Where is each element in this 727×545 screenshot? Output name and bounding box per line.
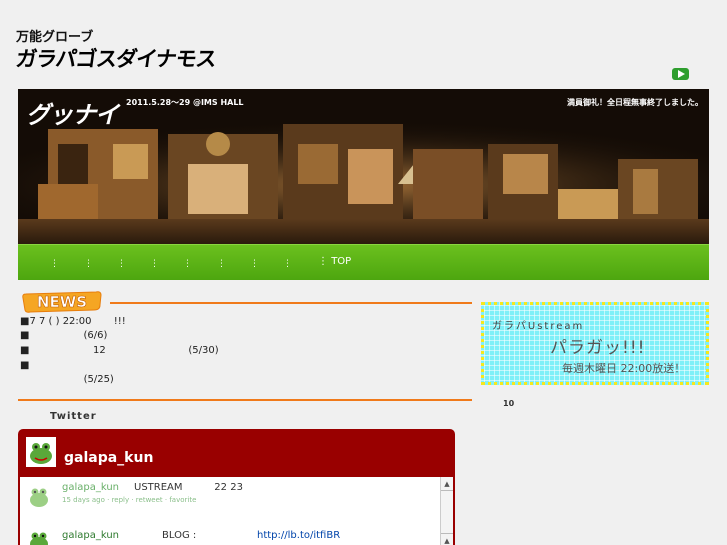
nav-item[interactable]: ⋮ xyxy=(150,259,159,269)
news-divider xyxy=(110,302,472,304)
logo-main-line: ガラパゴスダイナモス xyxy=(14,47,218,71)
nav-bar: ⋮ ⋮ ⋮ ⋮ ⋮ ⋮ ⋮ ⋮ ⋮ TOP xyxy=(18,244,709,280)
stage-photo xyxy=(18,89,709,244)
ustream-banner-schedule: 毎週木曜日 22:00放送！ xyxy=(562,362,686,375)
tweet-meta[interactable]: 15 days ago · reply · retweet · favorite xyxy=(62,496,196,504)
nav-separator: ⋮ xyxy=(318,256,328,267)
tweet-username[interactable]: galapa_kun xyxy=(62,482,119,493)
ustream-banner-headline: パラガッ!!! xyxy=(550,338,646,358)
logo-top-line: 万能グローブ xyxy=(16,30,94,45)
news-item[interactable]: ■7 7 ( ) 22:00 !!! xyxy=(20,316,126,327)
nav-top-label: TOP xyxy=(331,256,352,267)
site-logo[interactable]: 万能グローブ ガラパゴスダイナモス xyxy=(14,30,218,80)
twitter-widget-header: galapa_kun xyxy=(18,429,455,477)
tweet-link[interactable]: http://lb.to/itfiBR xyxy=(257,530,340,541)
scroll-up-icon[interactable]: ▲ xyxy=(441,477,453,491)
twitter-widget: galapa_kun galapa_kun USTREAM 22 23 15 d… xyxy=(18,429,455,545)
frog-avatar-icon[interactable] xyxy=(26,527,52,545)
news-badge: NEWS xyxy=(22,291,102,313)
nav-item[interactable]: ⋮ xyxy=(84,259,93,269)
news-badge-label: NEWS xyxy=(37,293,87,311)
ustream-banner[interactable]: ガラパUstream パラガッ!!! 毎週木曜日 22:00放送！ xyxy=(481,302,709,385)
nav-item[interactable]: ⋮ xyxy=(183,259,192,269)
hero-banner: グッナイ 2011.5.28〜29 @IMS HALL 満員御礼！全日程無事終了… xyxy=(18,89,709,244)
ustream-banner-title: ガラパUstream xyxy=(492,321,585,332)
tweet-scrollbar[interactable]: ▲ ▲ xyxy=(440,477,453,545)
nav-item[interactable]: ⋮ xyxy=(50,259,59,269)
scroll-up-icon[interactable]: ▲ xyxy=(441,533,453,545)
frog-mascot-icon[interactable] xyxy=(26,437,56,467)
tweet-text: BLOG : xyxy=(162,530,197,541)
news-item[interactable]: (5/25) xyxy=(20,374,114,385)
news-item[interactable]: ■ 12 (5/30) xyxy=(20,345,219,356)
nav-item[interactable]: ⋮ xyxy=(250,259,259,269)
tweet-list[interactable]: galapa_kun USTREAM 22 23 15 days ago · r… xyxy=(20,477,453,545)
hero-date: 2011.5.28〜29 @IMS HALL xyxy=(126,98,244,107)
twitter-account-name[interactable]: galapa_kun xyxy=(64,450,153,466)
news-item[interactable]: ■ xyxy=(20,360,29,371)
frog-avatar-icon[interactable] xyxy=(26,483,52,509)
play-icon[interactable] xyxy=(672,68,689,80)
hero-title: グッナイ xyxy=(26,101,119,129)
nav-item[interactable]: ⋮ xyxy=(283,259,292,269)
nav-item[interactable]: ⋮ xyxy=(117,259,126,269)
sidebar-number: 10 xyxy=(503,399,515,408)
nav-item[interactable]: ⋮ xyxy=(217,259,226,269)
twitter-heading: Twitter xyxy=(50,411,97,422)
nav-top-link[interactable]: ⋮ TOP xyxy=(318,256,351,267)
section-divider xyxy=(18,399,472,401)
tweet-text: USTREAM 22 23 xyxy=(134,482,243,493)
news-item[interactable]: ■ (6/6) xyxy=(20,330,107,341)
tweet-username[interactable]: galapa_kun xyxy=(62,530,119,541)
hero-note: 満員御礼！全日程無事終了しました。 xyxy=(567,98,703,107)
